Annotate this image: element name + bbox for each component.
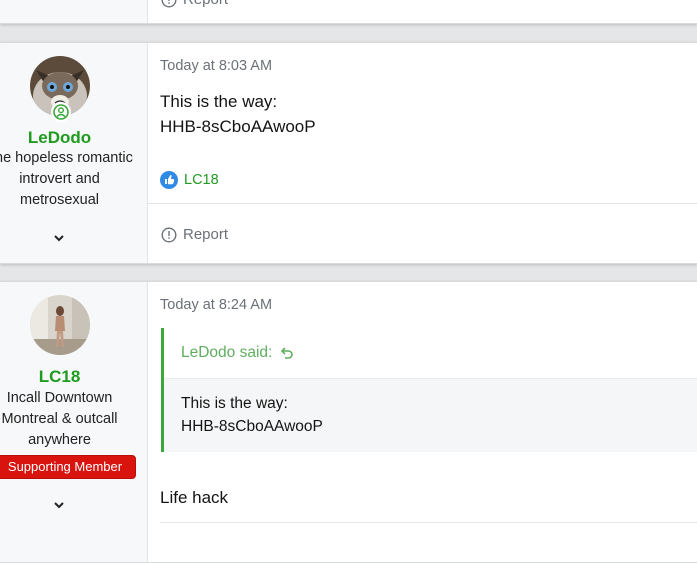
return-arrow-icon[interactable] <box>280 346 294 360</box>
report-label: Report <box>183 0 228 8</box>
post-lc18: LC18 Incall Downtown Montreal & outcall … <box>0 281 697 563</box>
quote-line: This is the way: <box>181 395 288 412</box>
message-column: Today at 8:24 AM LeDodo said: This is th… <box>148 282 697 562</box>
user-title: The hopeless romantic introvert and metr… <box>0 150 133 208</box>
quote-block: LeDodo said: This is the way: HHB-8sCboA… <box>161 328 697 452</box>
reaction-bar[interactable]: LC18 <box>160 171 219 189</box>
chevron-down-icon[interactable] <box>52 233 66 243</box>
divider <box>148 203 697 204</box>
avatar[interactable] <box>30 295 90 355</box>
username[interactable]: LeDodo <box>0 128 119 148</box>
online-status-icon <box>51 102 71 122</box>
report-label: Report <box>183 226 229 243</box>
post-ledodo: LeDodo The hopeless romantic introvert a… <box>0 42 697 264</box>
post-date[interactable]: Today at 8:03 AM <box>160 58 272 74</box>
alert-circle-icon <box>161 226 177 243</box>
user-banner: Supporting Member <box>0 455 136 479</box>
user-column: LeDodo The hopeless romantic introvert a… <box>0 43 148 263</box>
message-line: HHB-8sCboAAwooP <box>160 117 316 136</box>
like-thumb-icon <box>160 171 178 189</box>
user-column: LC18 Incall Downtown Montreal & outcall … <box>0 282 148 562</box>
message-column: Report <box>148 0 697 23</box>
message-column: Today at 8:03 AM This is the way: HHB-8s… <box>148 43 697 263</box>
divider <box>160 522 697 523</box>
message-body: This is the way: HHB-8sCboAAwooP <box>160 89 316 139</box>
report-button[interactable]: Report <box>161 0 228 8</box>
chevron-down-icon[interactable] <box>52 500 66 510</box>
post-date[interactable]: Today at 8:24 AM <box>160 297 272 313</box>
quote-line: HHB-8sCboAAwooP <box>181 418 323 435</box>
user-column <box>0 0 148 23</box>
user-title: Incall Downtown Montreal & outcall anywh… <box>1 390 118 448</box>
report-button[interactable]: Report <box>161 226 228 243</box>
quote-header[interactable]: LeDodo said: <box>164 328 697 379</box>
quote-author[interactable]: LeDodo said: <box>181 344 272 362</box>
username[interactable]: LC18 <box>0 367 119 387</box>
quote-body: This is the way: HHB-8sCboAAwooP <box>164 379 697 452</box>
message-body: Life hack <box>160 488 229 507</box>
reaction-user[interactable]: LC18 <box>184 172 219 188</box>
post-previous: Report <box>0 0 697 24</box>
message-line: This is the way: <box>160 92 278 111</box>
alert-circle-icon <box>161 0 177 7</box>
